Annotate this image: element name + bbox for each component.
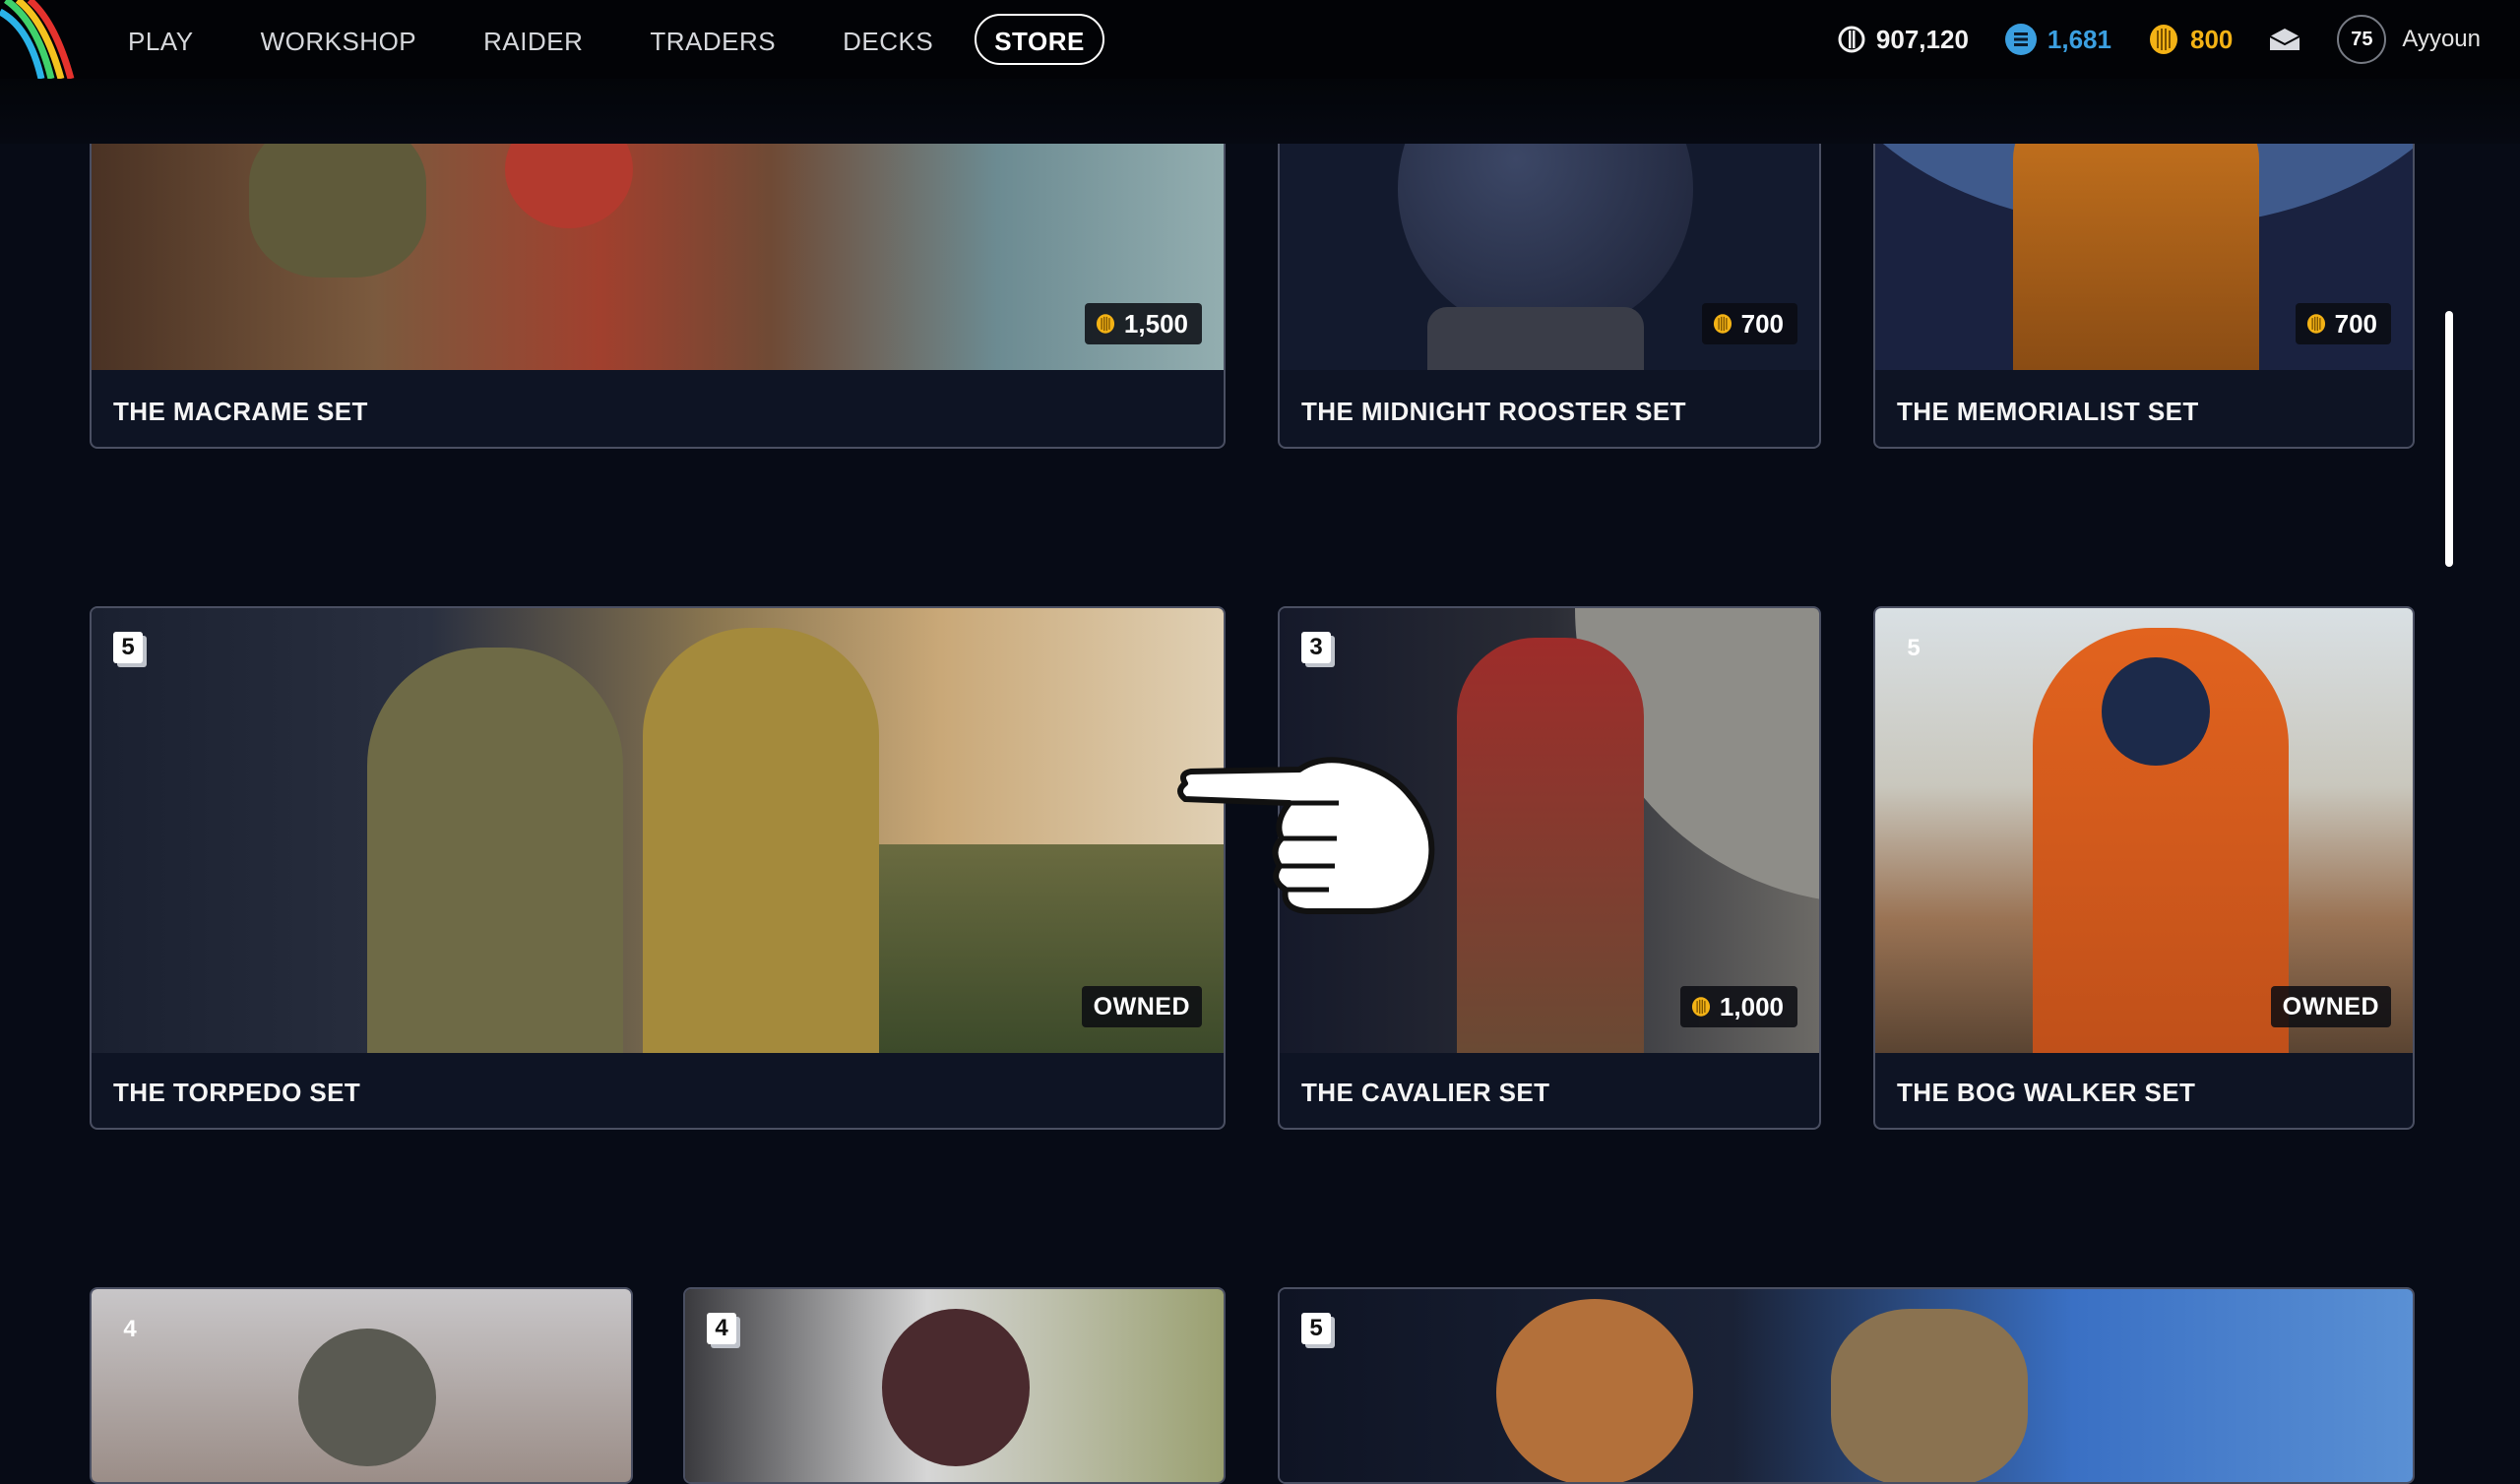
store-card-bog-walker[interactable]: 5 OWNED THE BOG WALKER SET [1873, 606, 2415, 1130]
store-card-row3-2[interactable]: 4 [683, 1287, 1226, 1484]
item-count-badge: 4 [123, 1316, 137, 1342]
price-value: 1,500 [1123, 308, 1188, 339]
item-count-badge: 5 [113, 632, 143, 663]
owned-tag: OWNED [2270, 986, 2391, 1027]
price-tag: 700 [2295, 303, 2391, 344]
game-logo[interactable] [0, 0, 89, 79]
top-bar: PLAY WORKSHOP RAIDER TRADERS DECKS STORE… [0, 0, 2520, 79]
player-name[interactable]: Ayyoun [2402, 26, 2481, 53]
card-image [92, 1289, 631, 1482]
owned-tag: OWNED [1081, 986, 1202, 1027]
coins-balance[interactable]: 907,120 [1837, 25, 1969, 55]
card-image [92, 608, 1224, 1053]
card-title: THE TORPEDO SET [113, 1078, 361, 1107]
player-level-badge[interactable]: 75 [2337, 15, 2387, 64]
credits-value: 800 [2189, 24, 2234, 54]
price-value: 700 [2334, 308, 2377, 339]
store-card-row3-3[interactable]: 5 [1278, 1287, 2415, 1484]
card-title: THE MIDNIGHT ROOSTER SET [1301, 397, 1686, 426]
item-count-badge: 5 [1907, 635, 1921, 661]
credit-icon [2149, 25, 2177, 54]
card-title: THE MACRAME SET [113, 397, 368, 426]
card-image [685, 1289, 1224, 1482]
item-count-badge: 3 [1301, 632, 1331, 663]
store-card-torpedo[interactable]: 5 OWNED THE TORPEDO SET [90, 606, 1226, 1130]
tokens-value: 1,681 [2047, 24, 2111, 54]
credit-icon [2306, 314, 2325, 334]
nav-store[interactable]: STORE [975, 14, 1104, 65]
card-image [1280, 1289, 2413, 1482]
price-tag: 1,000 [1679, 986, 1797, 1027]
nav-traders[interactable]: TRADERS [624, 14, 801, 65]
card-title: THE MEMORIALIST SET [1897, 397, 2199, 426]
tokens-balance[interactable]: 1,681 [2004, 23, 2111, 56]
credit-icon [1096, 314, 1114, 334]
coin-icon [1838, 26, 1865, 53]
item-count-badge: 5 [1301, 1313, 1331, 1344]
credit-icon [1691, 997, 1710, 1017]
mail-icon[interactable] [2268, 27, 2301, 52]
nav-decks[interactable]: DECKS [817, 14, 959, 65]
price-tag: 700 [1701, 303, 1797, 344]
nav-raider[interactable]: RAIDER [458, 14, 608, 65]
nav-workshop[interactable]: WORKSHOP [235, 14, 443, 65]
scrollbar-thumb[interactable] [2445, 311, 2453, 567]
card-title: THE CAVALIER SET [1301, 1078, 1550, 1107]
currency-bar: 907,120 1,681 800 75 Ayyoun [1837, 0, 2481, 79]
price-value: 700 [1740, 308, 1784, 339]
coins-value: 907,120 [1875, 24, 1969, 54]
price-tag: 1,500 [1084, 303, 1202, 344]
card-title: THE BOG WALKER SET [1897, 1078, 2196, 1107]
nav-play[interactable]: PLAY [102, 14, 220, 65]
store-card-row3-1[interactable]: 4 [90, 1287, 633, 1484]
item-count-badge: 4 [707, 1313, 736, 1344]
credits-balance[interactable]: 800 [2147, 23, 2233, 56]
main-nav: PLAY WORKSHOP RAIDER TRADERS DECKS STORE [102, 0, 1120, 79]
credit-icon [1713, 314, 1732, 334]
header-shadow [0, 79, 2520, 144]
price-value: 1,000 [1719, 991, 1784, 1021]
token-icon [2004, 24, 2037, 55]
pointing-hand-icon [1177, 757, 1435, 914]
